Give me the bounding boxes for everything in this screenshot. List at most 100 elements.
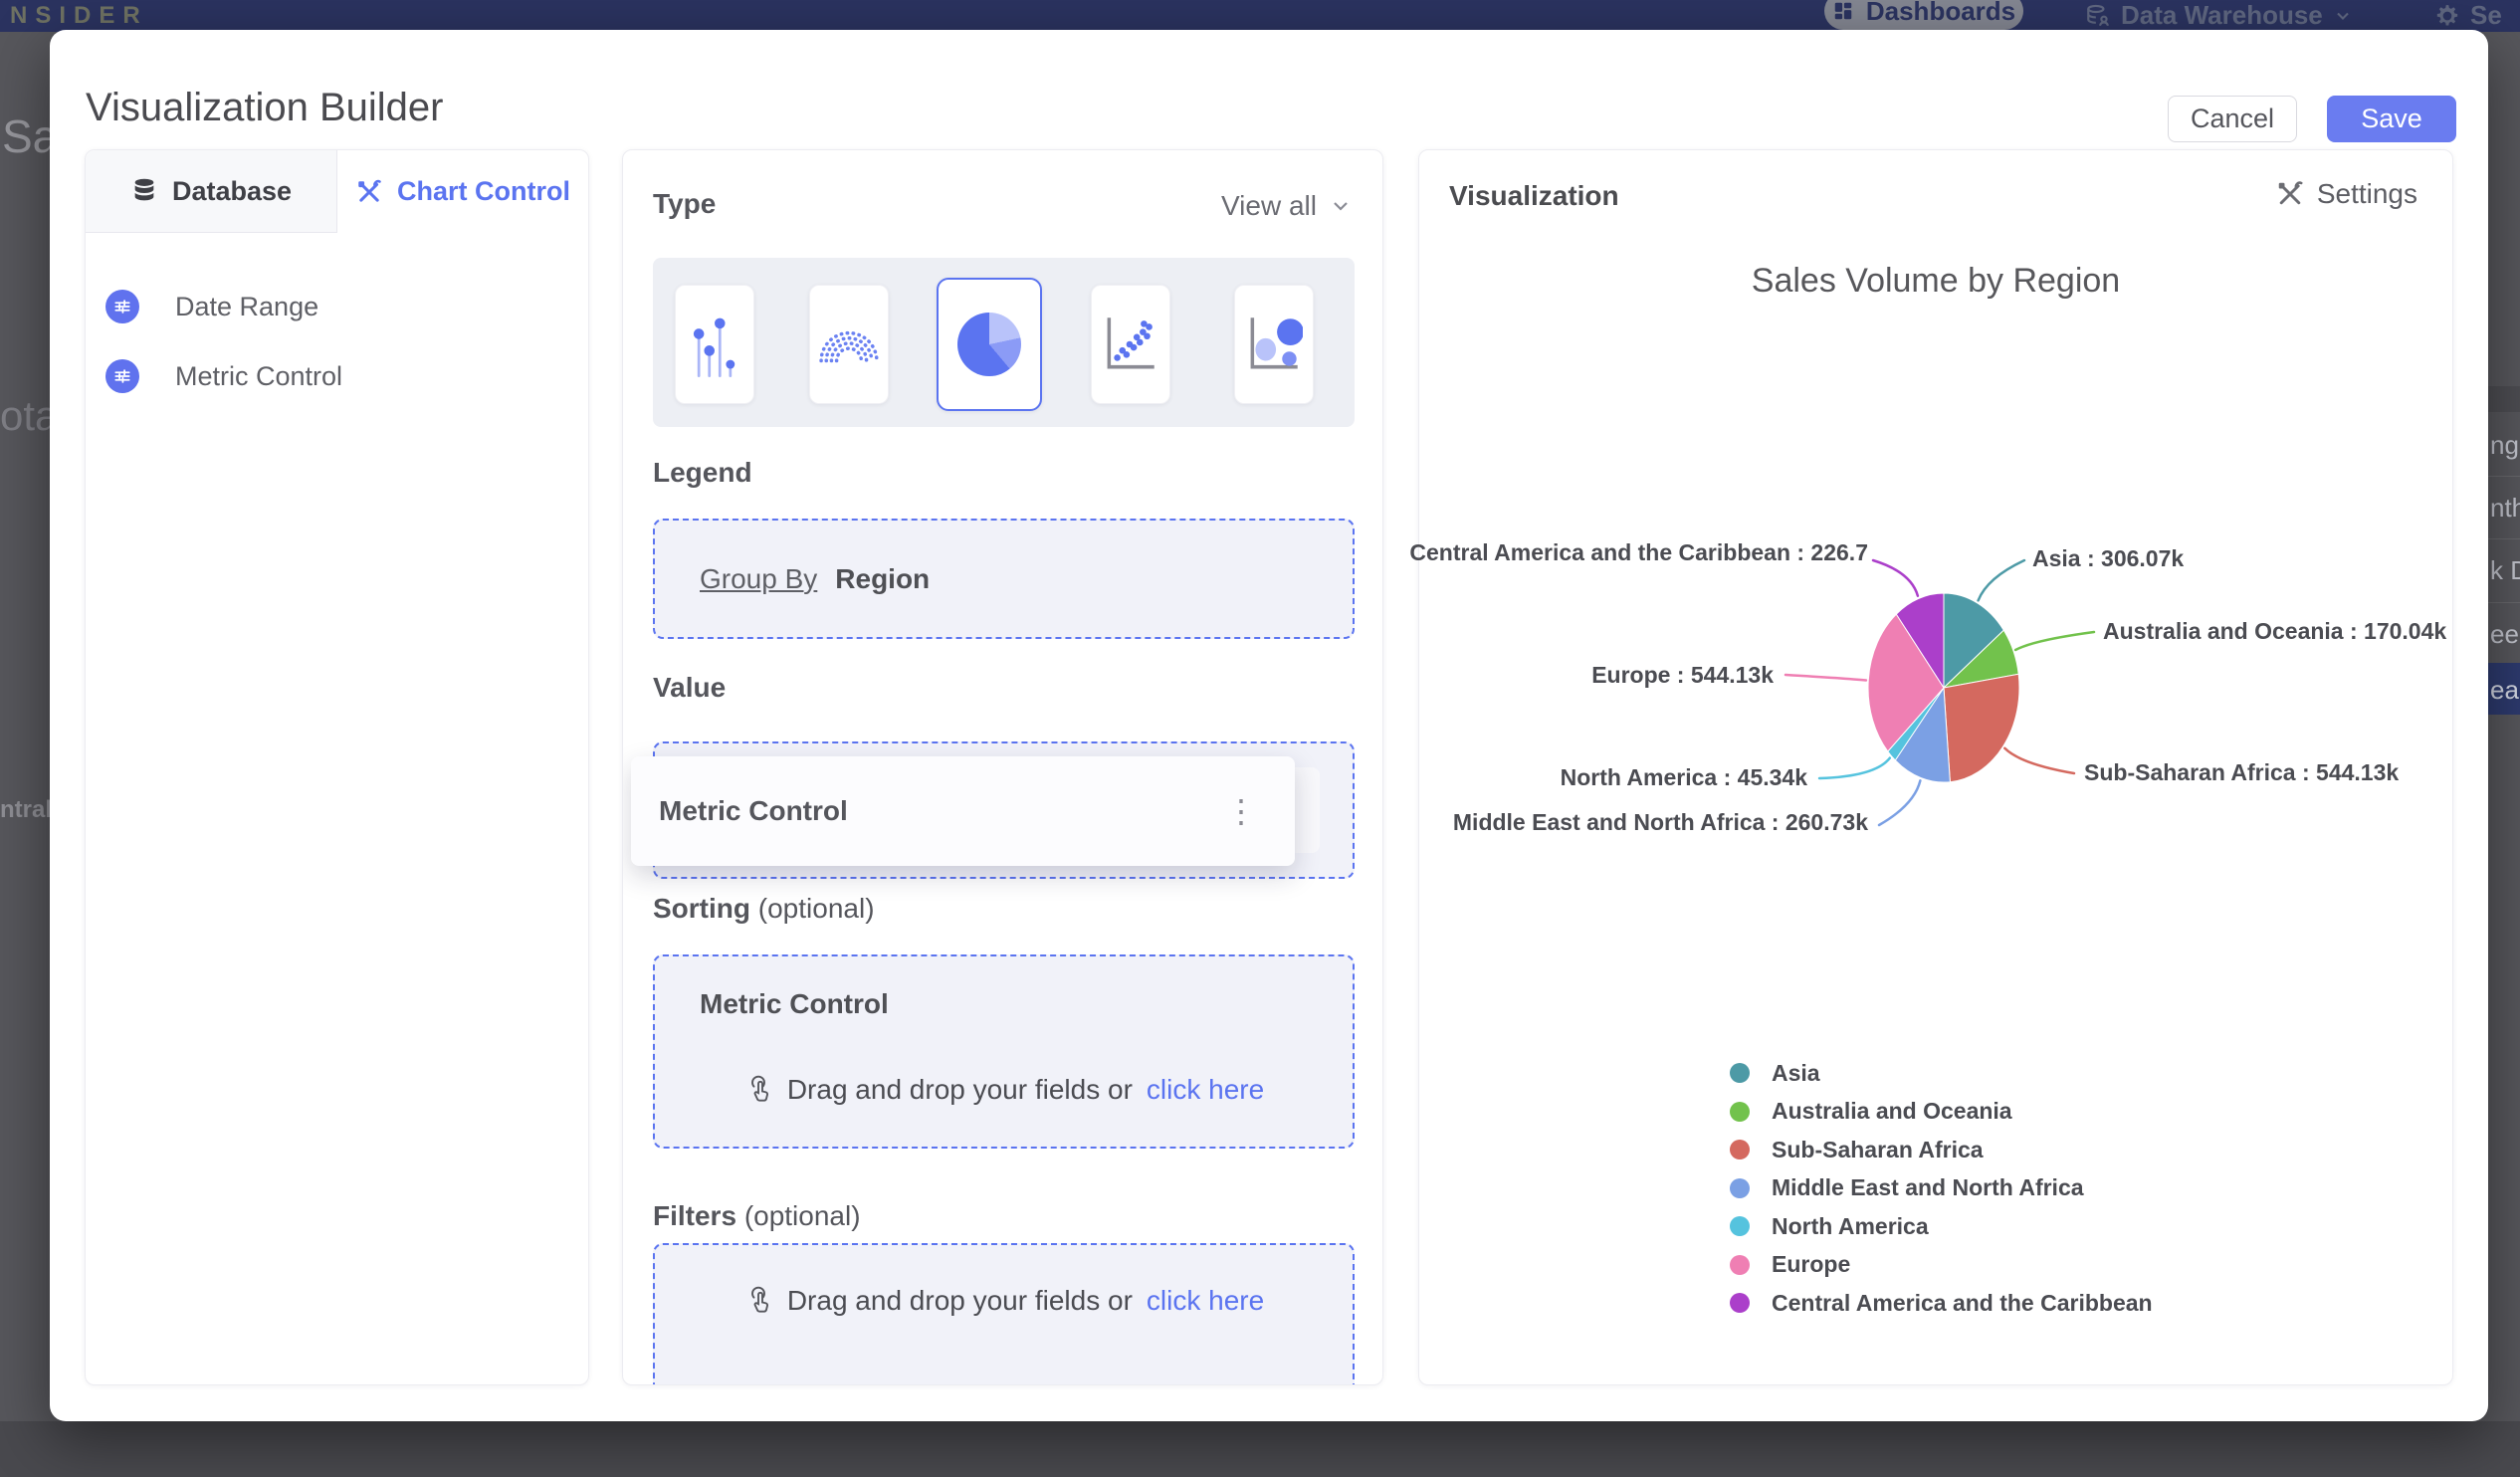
tap-hand-icon: [750, 1286, 768, 1313]
tools-icon: [2278, 181, 2303, 205]
chevron-down-icon: [2337, 12, 2349, 20]
legend-color-dot: [1730, 1140, 1750, 1160]
type-section-label: Type: [653, 188, 717, 219]
legend-item-label: Australia and Oceania: [1772, 1098, 2012, 1125]
value-field-drag-card[interactable]: Metric Control ⋮: [631, 756, 1295, 866]
pie-leader-line: [1817, 756, 1892, 780]
pie-callout-label: Middle East and North Africa : 260.73k: [1452, 809, 1868, 835]
legend-item-label: Central America and the Caribbean: [1772, 1289, 2153, 1316]
nav-data-warehouse-button[interactable]: Data Warehouse: [2085, 0, 2353, 31]
legend-section-label: Legend: [653, 457, 752, 488]
pie-leader-line: [1871, 558, 1920, 597]
app-topbar: NSIDER Dashboards Data Warehouse Se: [0, 0, 2520, 32]
legend-color-dot: [1730, 1216, 1750, 1237]
arc-dots-chart-icon: [819, 330, 879, 363]
legend-item[interactable]: Europe: [1730, 1246, 2153, 1285]
modal-title: Visualization Builder: [86, 86, 444, 129]
database-icon: [134, 178, 154, 201]
fields-panel-tabs: Database Chart Control: [86, 150, 588, 233]
nav-data-warehouse-label: Data Warehouse: [2121, 0, 2323, 30]
pie-leader-line: [1877, 779, 1922, 827]
pie-leader-line: [1977, 558, 2026, 602]
pie-callout-label: Sub-Saharan Africa : 544.13k: [2084, 759, 2400, 785]
chart-settings-button[interactable]: Settings: [2275, 178, 2417, 210]
chart-type-lollipop[interactable]: [675, 285, 754, 404]
legend-item[interactable]: North America: [1730, 1207, 2153, 1246]
legend-item[interactable]: Sub-Saharan Africa: [1730, 1131, 2153, 1169]
legend-item[interactable]: Central America and the Caribbean: [1730, 1284, 2153, 1323]
background-label-fragment: ntral: [0, 796, 53, 823]
click-here-link[interactable]: click here: [1147, 1074, 1264, 1106]
legend-item-label: Europe: [1772, 1251, 1851, 1278]
view-all-label: View all: [1221, 190, 1317, 221]
menu-item-fragment: eek: [2490, 619, 2520, 649]
sorting-drop-hint: Drag and drop your fields or click here: [655, 1074, 1353, 1106]
lollipop-chart-icon: [693, 317, 735, 378]
tab-chart-control[interactable]: Chart Control: [337, 150, 588, 233]
cancel-button[interactable]: Cancel: [2168, 96, 2297, 142]
legend-dropzone[interactable]: Group By Region: [653, 519, 1355, 639]
value-section-label: Value: [653, 672, 727, 703]
view-all-dropdown[interactable]: View all: [1221, 190, 1353, 222]
kebab-menu-icon[interactable]: ⋮: [1225, 795, 1257, 827]
legend-item-label: Middle East and North Africa: [1772, 1174, 2084, 1201]
nav-dashboards-label: Dashboards: [1865, 0, 2016, 26]
group-by-value: Region: [835, 562, 931, 594]
dashboards-grid-icon: [1834, 2, 1852, 20]
fields-panel: Database Chart Control Date Range Metric…: [85, 149, 589, 1385]
tab-chart-control-label: Chart Control: [397, 176, 570, 206]
sidebar-item-metric-control[interactable]: Metric Control: [105, 359, 342, 393]
visualization-panel: Visualization Settings Sales Volume by R…: [1409, 149, 2453, 1385]
legend-color-dot: [1730, 1254, 1750, 1275]
chart-settings-label: Settings: [2316, 178, 2417, 209]
scatter-chart-icon: [1107, 317, 1155, 369]
database-icon: [2087, 4, 2110, 26]
pie-callout-label: Europe : 544.13k: [1591, 662, 1774, 688]
pie-leader-line: [2003, 746, 2076, 775]
visualization-builder-modal: Visualization Builder Cancel Save Databa…: [50, 30, 2488, 1421]
filters-drop-hint: Drag and drop your fields or click here: [655, 1285, 1353, 1317]
tap-hand-icon: [750, 1075, 768, 1102]
save-button[interactable]: Save: [2327, 96, 2456, 142]
background-dropdown-fragment: nge nth k D eek ean: [2488, 0, 2520, 1477]
sorting-section-label: Sorting (optional): [653, 893, 875, 924]
sidebar-item-label: Metric Control: [175, 360, 343, 391]
legend-color-dot: [1730, 1293, 1750, 1314]
legend-item[interactable]: Asia: [1730, 1054, 2153, 1093]
legend-color-dot: [1730, 1063, 1750, 1084]
legend-color-dot: [1730, 1101, 1750, 1122]
pie-leader-line: [2013, 630, 2096, 652]
background-bottom-strip: [0, 1421, 2520, 1477]
visualization-panel-title: Visualization: [1449, 180, 1619, 211]
pie-callout-label: Central America and the Caribbean : 226.…: [1409, 539, 1868, 565]
pie-chart-icon: [957, 313, 1021, 376]
sorting-dropzone[interactable]: Metric Control Drag and drop your fields…: [653, 954, 1355, 1149]
legend-color-dot: [1730, 1177, 1750, 1198]
chart-title: Sales Volume by Region: [1751, 262, 2121, 300]
nav-dashboards-button[interactable]: Dashboards: [1824, 0, 2023, 30]
sorting-field-label: Metric Control: [700, 988, 889, 1019]
menu-item-fragment: nth: [2490, 493, 2520, 523]
tab-database[interactable]: Database: [86, 150, 337, 233]
chart-type-arc-dots[interactable]: [809, 285, 889, 404]
filters-dropzone[interactable]: Drag and drop your fields or click here: [653, 1243, 1355, 1384]
tab-database-label: Database: [171, 175, 293, 206]
filters-section-label: Filters (optional): [653, 1200, 861, 1231]
menu-item-selected-fragment: ean: [2488, 663, 2520, 715]
sliders-icon: [105, 359, 139, 393]
chart-type-picker: [653, 258, 1355, 427]
click-here-link[interactable]: click here: [1147, 1285, 1264, 1317]
pie-callout-label: Asia : 306.07k: [2032, 545, 2185, 571]
group-by-label[interactable]: Group By: [700, 563, 817, 595]
sidebar-item-label: Date Range: [175, 291, 319, 321]
pie-slice[interactable]: [1943, 673, 2020, 783]
chart-type-scatter[interactable]: [1091, 285, 1170, 404]
menu-item-fragment: nge: [2490, 430, 2520, 460]
legend-item[interactable]: Middle East and North Africa: [1730, 1169, 2153, 1208]
sidebar-item-date-range[interactable]: Date Range: [105, 290, 318, 323]
chart-type-bubble[interactable]: [1234, 285, 1314, 404]
legend-item[interactable]: Australia and Oceania: [1730, 1093, 2153, 1132]
chart-type-pie-selected[interactable]: [937, 278, 1042, 411]
pie-callout-label: Australia and Oceania : 170.04k: [2103, 618, 2447, 644]
chart-config-panel: Type View all Legend Group By Region Val…: [622, 149, 1383, 1385]
